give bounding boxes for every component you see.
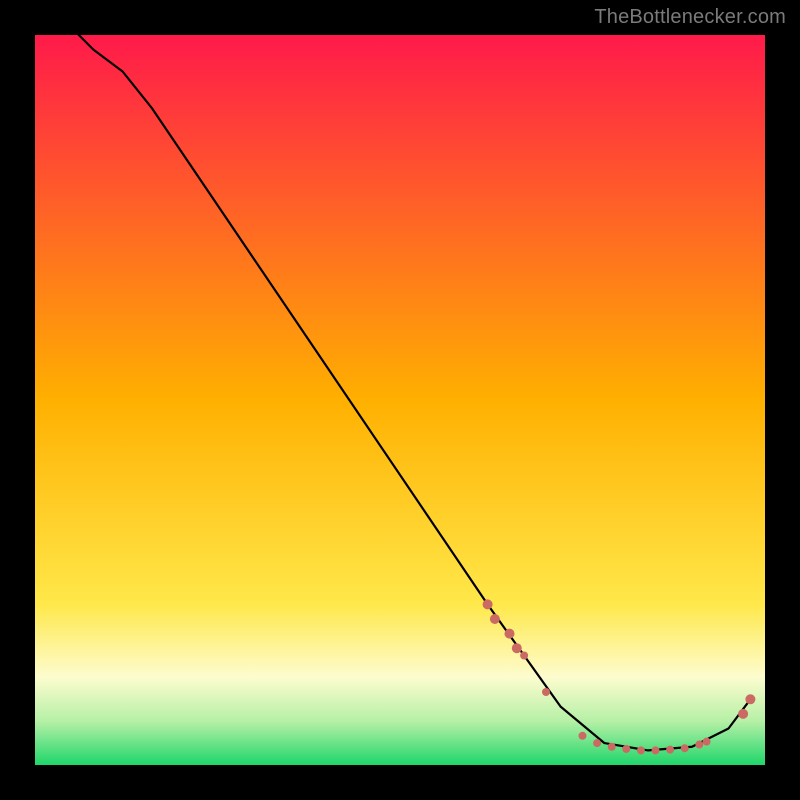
curve-layer [35, 35, 765, 765]
data-marker [490, 614, 500, 624]
attribution-label: TheBottlenecker.com [594, 6, 786, 29]
data-marker [483, 599, 493, 609]
data-marker [622, 745, 630, 753]
data-marker [512, 643, 522, 653]
data-marker [578, 732, 586, 740]
data-marker [745, 694, 755, 704]
data-marker [703, 738, 711, 746]
data-marker [504, 629, 514, 639]
data-marker [520, 651, 528, 659]
data-marker [593, 739, 601, 747]
data-marker [695, 741, 703, 749]
bottleneck-curve [79, 35, 751, 750]
data-marker [637, 746, 645, 754]
plot-area [35, 35, 765, 765]
data-marker [651, 746, 659, 754]
chart-frame: TheBottlenecker.com [0, 0, 800, 800]
data-marker [666, 746, 674, 754]
data-marker [608, 743, 616, 751]
data-marker [542, 688, 550, 696]
data-markers [483, 599, 756, 754]
data-marker [681, 744, 689, 752]
data-marker [738, 709, 748, 719]
